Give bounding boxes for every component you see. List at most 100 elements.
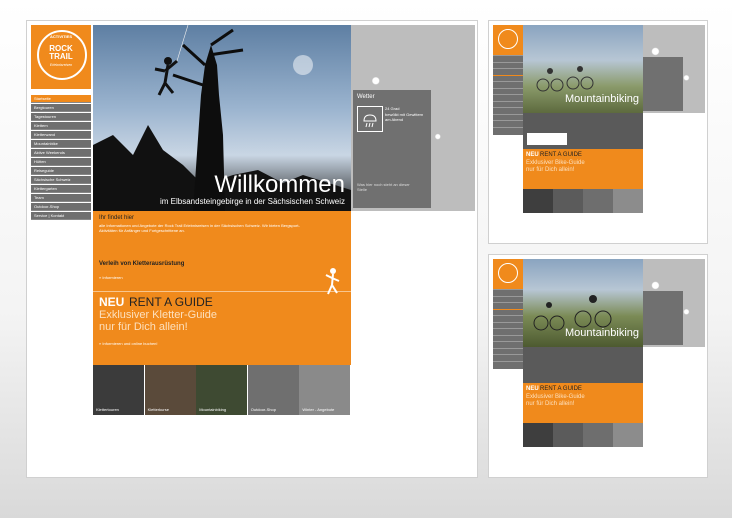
preview1-title: Mountainbiking [565, 93, 639, 105]
nav-item[interactable]: Klettern [31, 122, 91, 130]
preview1-guide-title: RENT A GUIDE [540, 152, 582, 158]
preview2-content [523, 347, 643, 383]
preview1-guide-line2: nur für Dich allein! [526, 167, 575, 173]
nav-divider [493, 328, 523, 329]
preview1-weather[interactable] [643, 57, 683, 111]
thumb-tile[interactable]: Kletterkurse [144, 365, 196, 415]
nav-divider [493, 308, 523, 310]
logo [498, 29, 518, 49]
nav-item[interactable]: Kletterwand [31, 131, 91, 139]
thumb-label: Kletterkurse [147, 407, 169, 412]
preview2-logo[interactable] [493, 259, 523, 289]
weather-more: Was hier noch steht an dieser Stelle [357, 182, 410, 192]
preview1-hero: Mountainbiking [523, 25, 643, 113]
logo-text-main: ROCK TRAIL [49, 44, 73, 61]
nav-item[interactable]: Aktive Weekends [31, 149, 91, 157]
logo [498, 263, 518, 283]
guide-line2: nur für Dich allein! [99, 321, 188, 333]
nav-item[interactable]: Team [31, 194, 91, 202]
preview1-guide: NEU RENT A GUIDE Exklusiver Bike-Guide n… [523, 149, 643, 189]
preview-card-1: Mountainbiking NEU RENT A GUIDE Exklusiv… [488, 20, 708, 244]
weather-icon [357, 106, 383, 132]
preview-card-2: Mountainbiking NEU RENT A GUIDE Exklusiv… [488, 254, 708, 478]
preview1-right [643, 25, 705, 113]
preview2-weather[interactable] [643, 291, 683, 345]
guide-neu: NEU [99, 295, 125, 309]
logo-text-sub: Erlebnisreisen [49, 63, 73, 67]
intro-text: alle Informationen und Angebote der Rock… [99, 223, 300, 233]
thumb-label: Klettertouren [96, 407, 119, 412]
nav-divider [493, 354, 523, 355]
logo-box[interactable]: ACTIVITIES ROCK TRAIL Erlebnisreisen [31, 25, 91, 89]
thumb-tile[interactable]: Outdoor-Shop [247, 365, 299, 415]
guide-link-label: Informieren und online buchen! [102, 341, 158, 346]
thumb-label: Winter - Angebote [302, 407, 335, 412]
weather-box[interactable]: Wetter 24 Grad bewölkt mit Gewittern am … [353, 90, 431, 208]
nav-divider [493, 100, 523, 102]
main-nav: Startseite Bergtouren Tagestouren Klettern K… [31, 95, 91, 325]
nav-divider [493, 94, 523, 95]
nav-divider [493, 302, 523, 303]
nav-divider [493, 347, 523, 349]
nav-item[interactable]: Mountainbike [31, 140, 91, 148]
nav-divider [493, 113, 523, 115]
nav-divider [493, 55, 523, 56]
rental-link[interactable]: » Informieren [99, 275, 123, 280]
preview2-guide-title: RENT A GUIDE [540, 386, 582, 392]
nav-divider [493, 74, 523, 76]
preview2-hero: Mountainbiking [523, 259, 643, 347]
nav-divider [493, 107, 523, 108]
thumb-tile[interactable]: Mountainbiking [196, 365, 248, 415]
preview1-text-box [527, 133, 567, 145]
thumb-tile[interactable]: Klettertouren [93, 365, 144, 415]
preview1-guide-neu: NEU [526, 152, 539, 158]
preview2-guide: NEU RENT A GUIDE Exklusiver Bike-Guide n… [523, 383, 643, 423]
nav-item[interactable]: Sächsische Schweiz [31, 176, 91, 184]
hero-title: Willkommen [214, 171, 345, 198]
preview1-nav [493, 55, 523, 135]
nav-divider [493, 315, 523, 316]
chevron-right-icon: » [99, 275, 102, 280]
preview1-thumbs [523, 189, 643, 213]
nav-item[interactable]: Tagestouren [31, 113, 91, 121]
guide-title: RENT A GUIDE [129, 295, 213, 309]
nav-divider [493, 295, 523, 297]
sidebar: ACTIVITIES ROCK TRAIL Erlebnisreisen Sta… [31, 25, 91, 435]
thumb-label: Mountainbiking [199, 407, 227, 412]
content-right-filler [351, 211, 475, 365]
nav-item[interactable]: Hütten [31, 158, 91, 166]
nav-divider [493, 120, 523, 121]
nav-item[interactable]: Klettergarten [31, 185, 91, 193]
preview1-content [523, 113, 643, 149]
nav-item[interactable]: Startseite [31, 95, 91, 103]
nav-divider [493, 341, 523, 342]
preview2-guide-line1: Exklusiver Bike-Guide [526, 394, 585, 400]
intro-heading: Ihr findet hier [99, 215, 135, 221]
preview2-guide-neu: NEU [526, 386, 539, 392]
weather-temp: 24 Grad [385, 106, 400, 111]
nav-divider [493, 289, 523, 290]
nav-item[interactable]: Service | Kontakt [31, 212, 91, 220]
preview1-logo[interactable] [493, 25, 523, 55]
preview2-guide-line2: nur für Dich allein! [526, 401, 575, 407]
thumb-strip: Klettertouren Kletterkurse Mountainbiking O… [93, 365, 351, 415]
thumb-tile[interactable]: Winter - Angebote [299, 365, 351, 415]
preview2-thumbs [523, 423, 643, 447]
nav-item[interactable]: Outdoor-Shop [31, 203, 91, 211]
nav-item[interactable]: Reiseguide [31, 167, 91, 175]
preview2-nav [493, 289, 523, 369]
nav-divider [493, 87, 523, 89]
right-column: Wetter 24 Grad bewölkt mit Gewittern am … [351, 25, 475, 211]
weather-label: Wetter [357, 94, 375, 100]
preview1-guide-line1: Exklusiver Bike-Guide [526, 160, 585, 166]
chevron-right-icon: » [99, 341, 102, 346]
guide-link[interactable]: » Informieren und online buchen! [99, 341, 158, 346]
rental-link-label: Informieren [102, 275, 123, 280]
rental-heading: Verleih von Kletterausrüstung [99, 261, 185, 267]
guide-line1: Exklusiver Kletter-Guide [99, 309, 217, 321]
nav-item[interactable]: Bergtouren [31, 104, 91, 112]
logo-text-top: ACTIVITIES [49, 34, 72, 39]
nav-divider [493, 68, 523, 69]
weather-desc: bewölkt mit Gewittern am Abend [385, 112, 424, 122]
hero-subtitle: im Elbsandsteingebirge in der Sächsische… [160, 197, 345, 206]
